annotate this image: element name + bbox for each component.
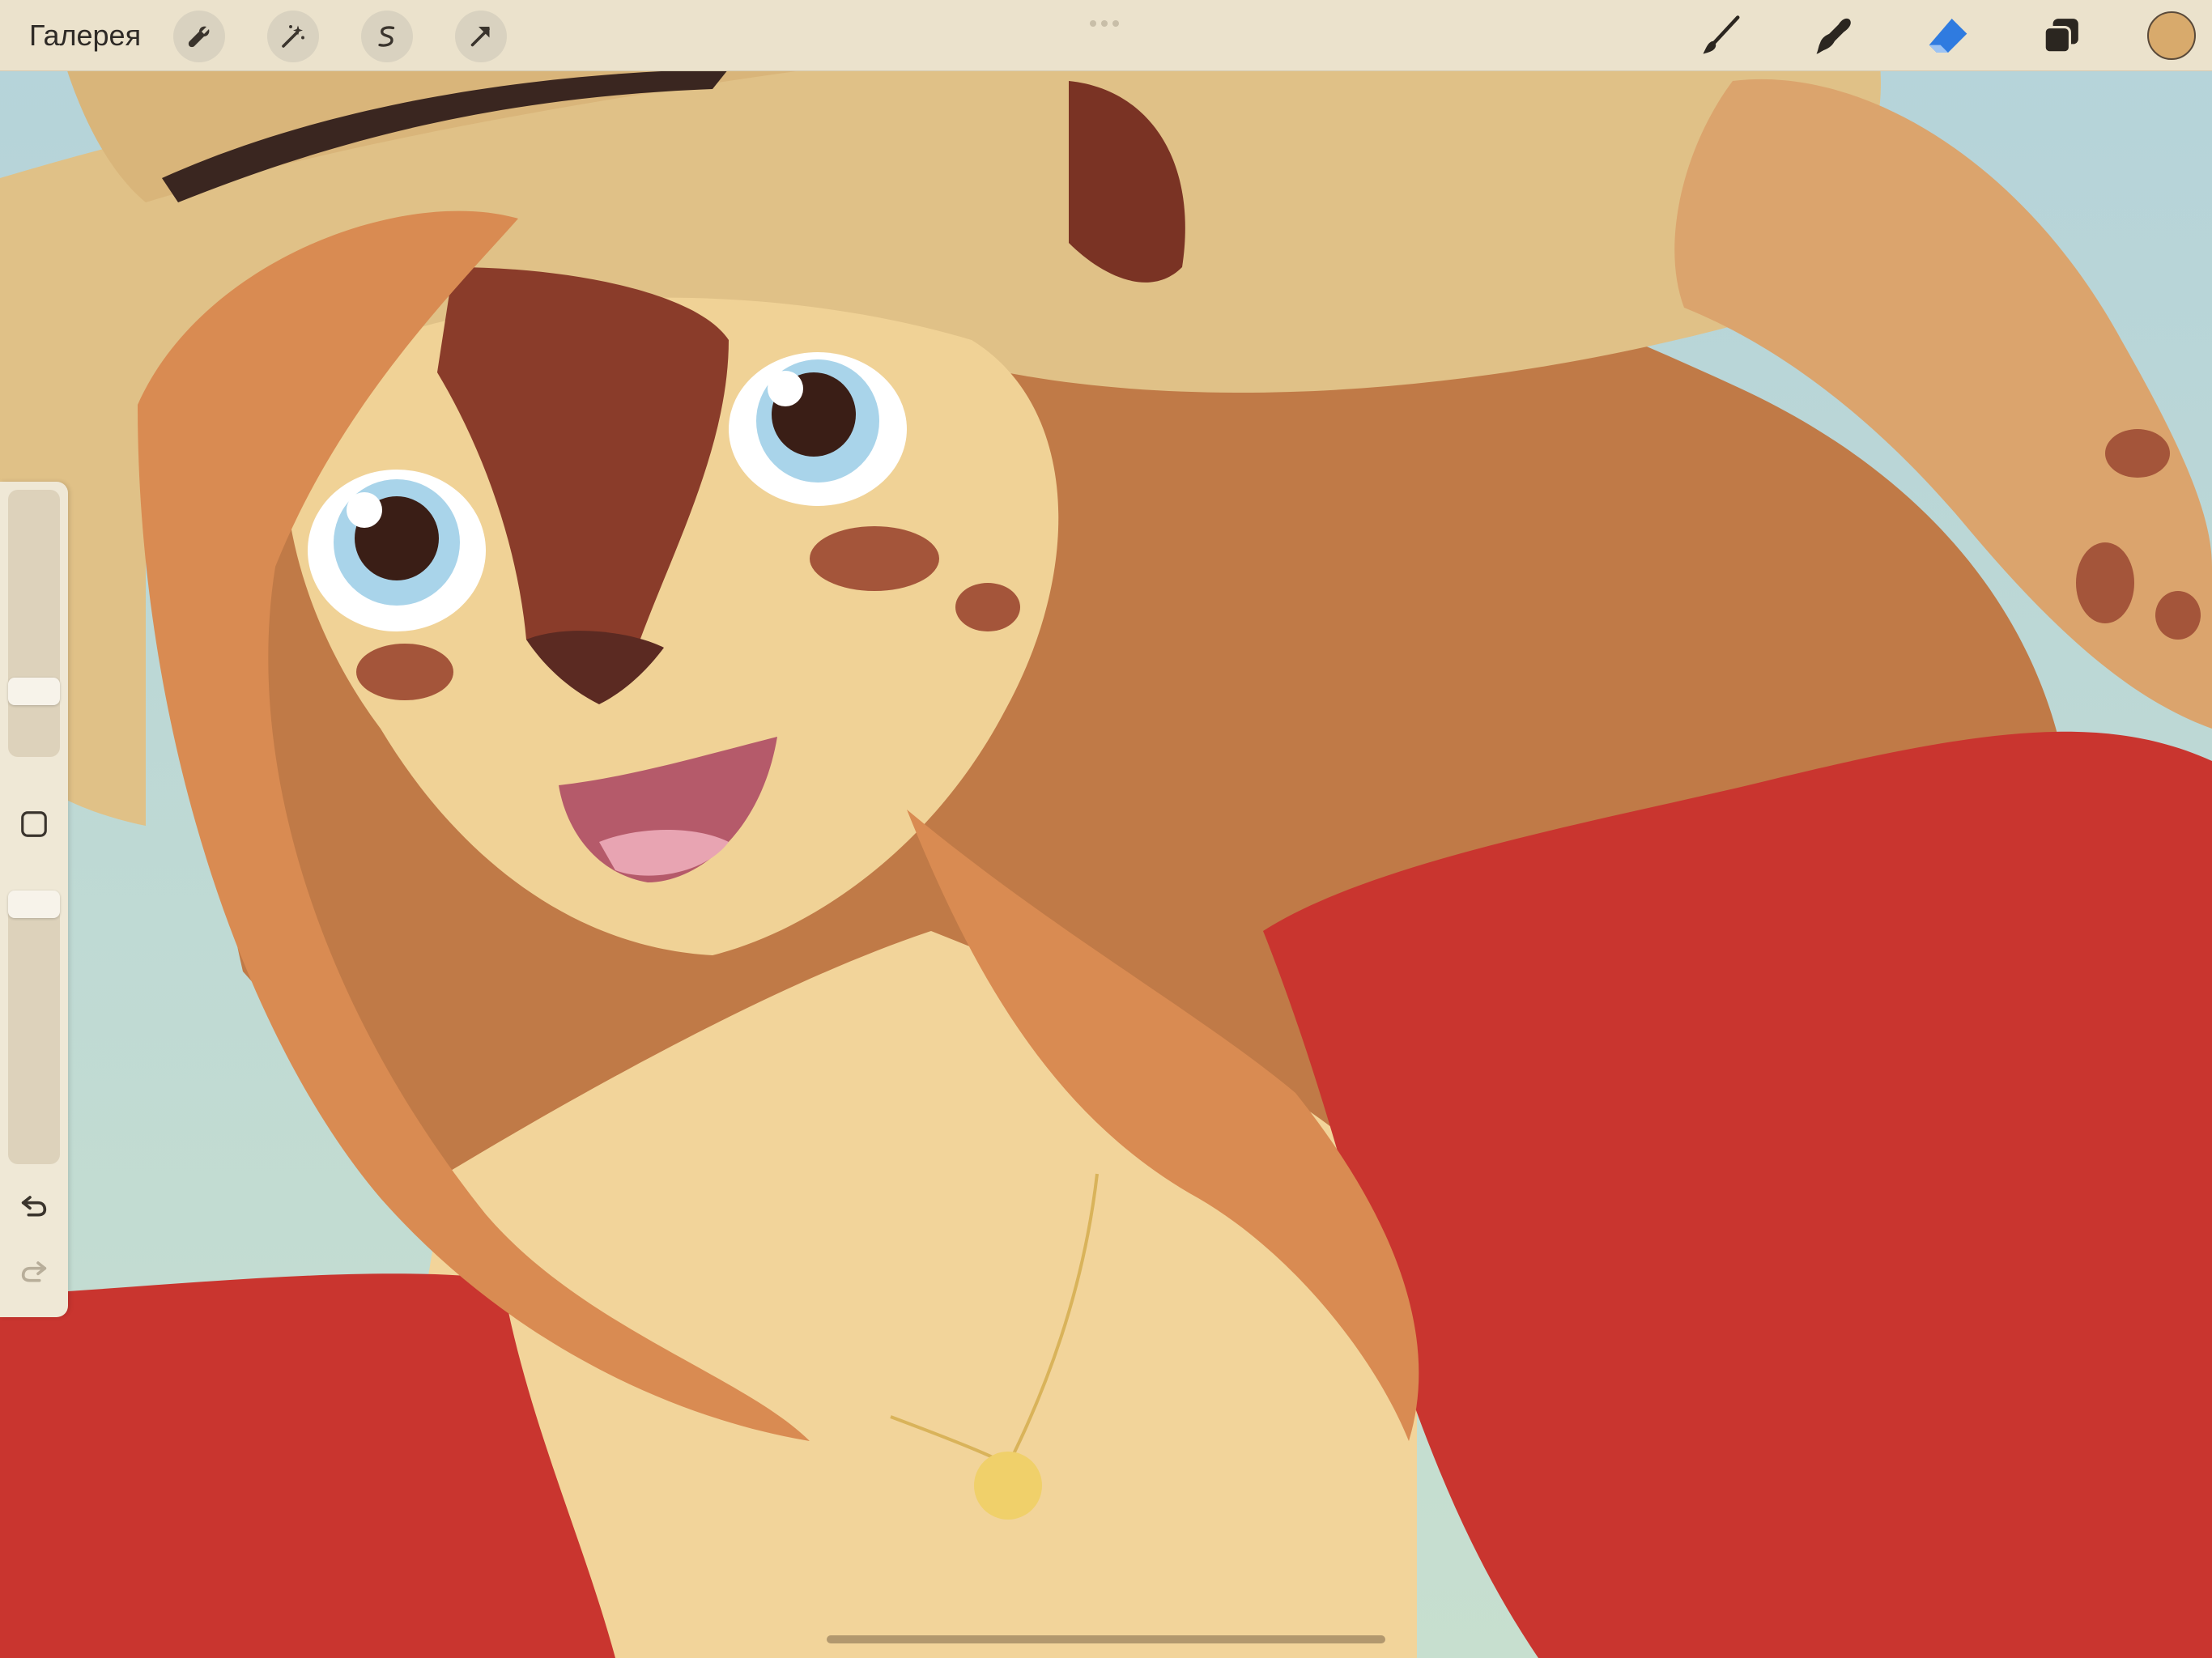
adjustments-button[interactable] — [267, 11, 319, 62]
transform-button[interactable] — [455, 11, 507, 62]
selection-button[interactable] — [361, 11, 413, 62]
arm-spot — [2105, 429, 2170, 478]
eraser-icon — [1929, 19, 1967, 53]
arm-spot — [2155, 591, 2201, 640]
square-icon — [21, 811, 47, 837]
undo-icon — [21, 1196, 47, 1217]
eye-highlight — [347, 492, 382, 528]
necklace-pendant — [974, 1452, 1042, 1520]
toolbar-grabber[interactable] — [1090, 16, 1124, 31]
cheek-spot — [955, 583, 1020, 631]
wrench-icon — [188, 26, 210, 48]
actions-button[interactable] — [173, 11, 225, 62]
color-picker-button[interactable] — [2147, 11, 2196, 60]
smudge-icon — [1816, 18, 1851, 54]
modify-button[interactable] — [16, 806, 52, 842]
artwork-canvas[interactable] — [0, 0, 2212, 1658]
smudge-tool-button[interactable] — [1809, 10, 1861, 62]
left-sidebar — [0, 482, 68, 1317]
magic-wand-icon — [282, 25, 304, 48]
undo-button[interactable] — [16, 1188, 52, 1223]
layers-icon — [2043, 19, 2078, 54]
top-toolbar: Галерея — [0, 0, 2212, 71]
brush-icon — [1703, 15, 1740, 54]
brush-tool-button[interactable] — [1695, 10, 1747, 62]
arm-spot — [2076, 542, 2134, 623]
eye-highlight — [768, 371, 803, 406]
opacity-slider[interactable] — [8, 891, 60, 1164]
opacity-thumb[interactable] — [8, 891, 60, 918]
redo-icon — [21, 1261, 47, 1282]
gallery-button[interactable]: Галерея — [29, 16, 141, 55]
home-indicator[interactable] — [827, 1635, 1385, 1643]
brush-size-slider[interactable] — [8, 490, 60, 757]
cheek-spot — [356, 644, 453, 700]
layers-button[interactable] — [2035, 10, 2087, 62]
redo-button[interactable] — [16, 1253, 52, 1289]
arrow-cursor-icon — [470, 27, 490, 47]
cheek-spot — [810, 526, 939, 591]
eraser-tool-button[interactable] — [1922, 10, 1974, 62]
selection-s-icon — [378, 26, 395, 47]
brush-size-thumb[interactable] — [8, 678, 60, 705]
